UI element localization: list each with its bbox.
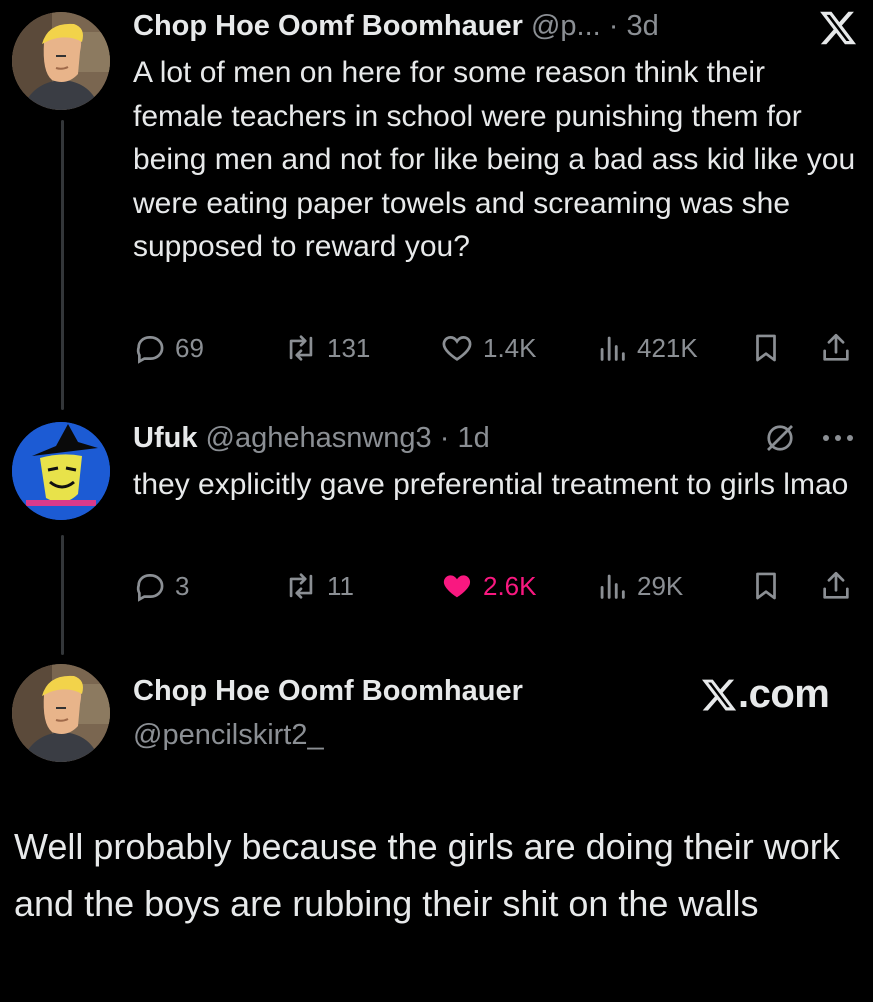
avatar-image [12, 12, 110, 110]
display-name[interactable]: Chop Hoe Oomf Boomhauer [133, 10, 523, 42]
x-logo-icon [818, 8, 858, 53]
reply-count: 69 [175, 332, 204, 363]
timestamp[interactable]: 1d [457, 422, 489, 454]
tweet-header: Ufuk @aghehasnwng3 · 1d [133, 421, 490, 455]
bookmark-icon [756, 334, 776, 362]
like-count: 2.6K [483, 570, 537, 601]
site-domain: .com [738, 672, 830, 716]
avatar[interactable] [12, 422, 110, 520]
share-button[interactable] [819, 566, 853, 606]
views-count: 421K [637, 332, 698, 363]
user-handle[interactable]: @aghehasnwng3 [206, 422, 432, 454]
reply-icon [136, 574, 164, 602]
reply-count: 3 [175, 570, 190, 601]
repost-count: 11 [327, 570, 354, 601]
views-button[interactable]: 421K [595, 328, 698, 368]
user-handle[interactable]: @pencilskirt2_ [133, 719, 324, 752]
x-logo-icon [701, 679, 737, 710]
thread-line [61, 535, 64, 655]
share-icon [823, 333, 849, 361]
views-icon [600, 574, 625, 599]
timestamp[interactable]: 3d [627, 10, 659, 42]
reply-button[interactable]: 3 [133, 566, 189, 606]
share-button[interactable] [819, 328, 853, 368]
repost-button[interactable]: 11 [283, 566, 354, 606]
avatar[interactable] [12, 664, 110, 762]
tweet-actions: 69 131 1.4K 421K [133, 328, 858, 368]
separator-dot: · [439, 422, 450, 454]
heart-icon [442, 336, 472, 361]
avatar-image [12, 422, 110, 520]
tweet-text: A lot of men on here for some reason thi… [133, 56, 856, 263]
bookmark-button[interactable] [749, 566, 783, 606]
repost-button[interactable]: 131 [283, 328, 370, 368]
share-icon [823, 571, 849, 599]
repost-icon [289, 573, 313, 599]
avatar[interactable] [12, 12, 110, 110]
display-name[interactable]: Chop Hoe Oomf Boomhauer [133, 675, 523, 708]
grok-icon[interactable] [762, 420, 798, 461]
tweet-actions: 3 11 2.6K 29K [133, 566, 858, 606]
reply-button[interactable]: 69 [133, 328, 204, 368]
tweet-text: they explicitly gave preferential treatm… [133, 468, 849, 501]
like-button[interactable]: 2.6K [439, 566, 537, 606]
bookmark-icon [756, 572, 776, 600]
reply-icon [136, 336, 164, 364]
views-count: 29K [637, 570, 684, 601]
like-count: 1.4K [483, 332, 537, 363]
more-icon[interactable] [820, 425, 856, 456]
display-name[interactable]: Ufuk [133, 422, 197, 454]
views-button[interactable]: 29K [595, 566, 683, 606]
tweet-header: Chop Hoe Oomf Boomhauer @p... · 3d [133, 9, 659, 43]
like-button[interactable]: 1.4K [439, 328, 537, 368]
separator-dot: · [608, 10, 619, 42]
repost-icon [289, 335, 313, 361]
repost-count: 131 [327, 332, 371, 363]
thread-line [61, 120, 64, 410]
views-icon [600, 336, 625, 361]
quote-text: Well probably because the girls are doin… [14, 826, 840, 924]
bookmark-button[interactable] [749, 328, 783, 368]
user-handle[interactable]: @p... [531, 10, 601, 42]
avatar-image [12, 664, 110, 762]
x-com-logo: .com [700, 672, 830, 717]
heart-icon [443, 575, 471, 598]
